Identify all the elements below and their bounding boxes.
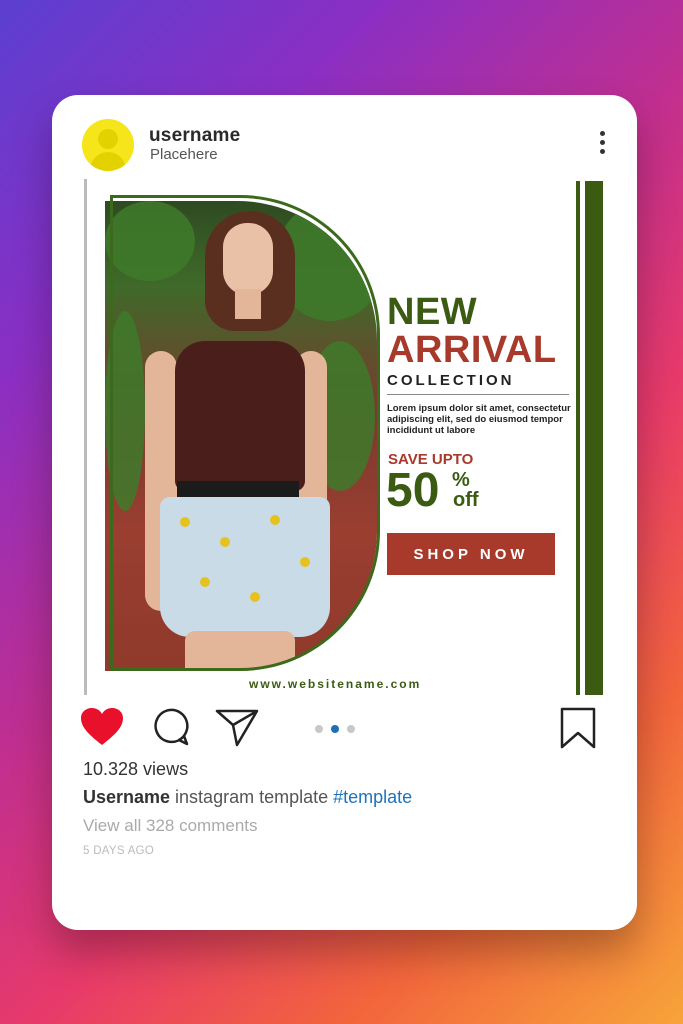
website-url: www.websitename.com <box>249 677 422 691</box>
discount-off: off <box>453 489 479 511</box>
photo-frame-left <box>110 195 113 669</box>
carousel-indicator <box>315 725 355 733</box>
more-options-icon[interactable] <box>592 131 612 157</box>
promo-body-text: Lorem ipsum dolor sit amet, consectetur … <box>387 403 571 436</box>
carousel-dot-active[interactable] <box>331 725 339 733</box>
accent-bar-thick <box>585 181 603 695</box>
post-location[interactable]: Placehere <box>150 146 218 163</box>
hashtag-link[interactable]: #template <box>333 787 412 807</box>
divider <box>387 394 569 395</box>
view-comments-link[interactable]: View all 328 comments <box>83 816 258 836</box>
caption-username[interactable]: Username <box>83 787 170 807</box>
heart-icon[interactable] <box>80 707 124 747</box>
view-count: 10.328 views <box>83 759 189 779</box>
bookmark-icon[interactable] <box>558 707 598 749</box>
post-left-rule <box>84 179 87 695</box>
caption: Username instagram template #template <box>83 787 412 808</box>
headline-arrival: ARRIVAL <box>387 329 557 371</box>
carousel-dot[interactable] <box>315 725 323 733</box>
accent-bar-thin <box>576 181 580 695</box>
caption-text: instagram template <box>170 787 334 807</box>
avatar-body-shape <box>90 152 126 171</box>
avatar-head-shape <box>98 129 118 149</box>
comment-icon[interactable] <box>150 707 190 747</box>
shop-now-button[interactable]: SHOP NOW <box>387 533 555 575</box>
headline-new: NEW <box>387 291 478 333</box>
post-username[interactable]: username <box>149 125 240 147</box>
headline-collection: COLLECTION <box>387 372 515 389</box>
post-timestamp: 5 DAYS AGO <box>83 845 155 857</box>
discount-number: 50 <box>386 464 440 517</box>
photo-frame <box>112 195 380 671</box>
avatar[interactable] <box>82 119 134 171</box>
send-icon[interactable] <box>215 707 259 747</box>
post-card: username Placehere NEW ARRIVAL COLLECTIO… <box>52 95 637 930</box>
carousel-dot[interactable] <box>347 725 355 733</box>
